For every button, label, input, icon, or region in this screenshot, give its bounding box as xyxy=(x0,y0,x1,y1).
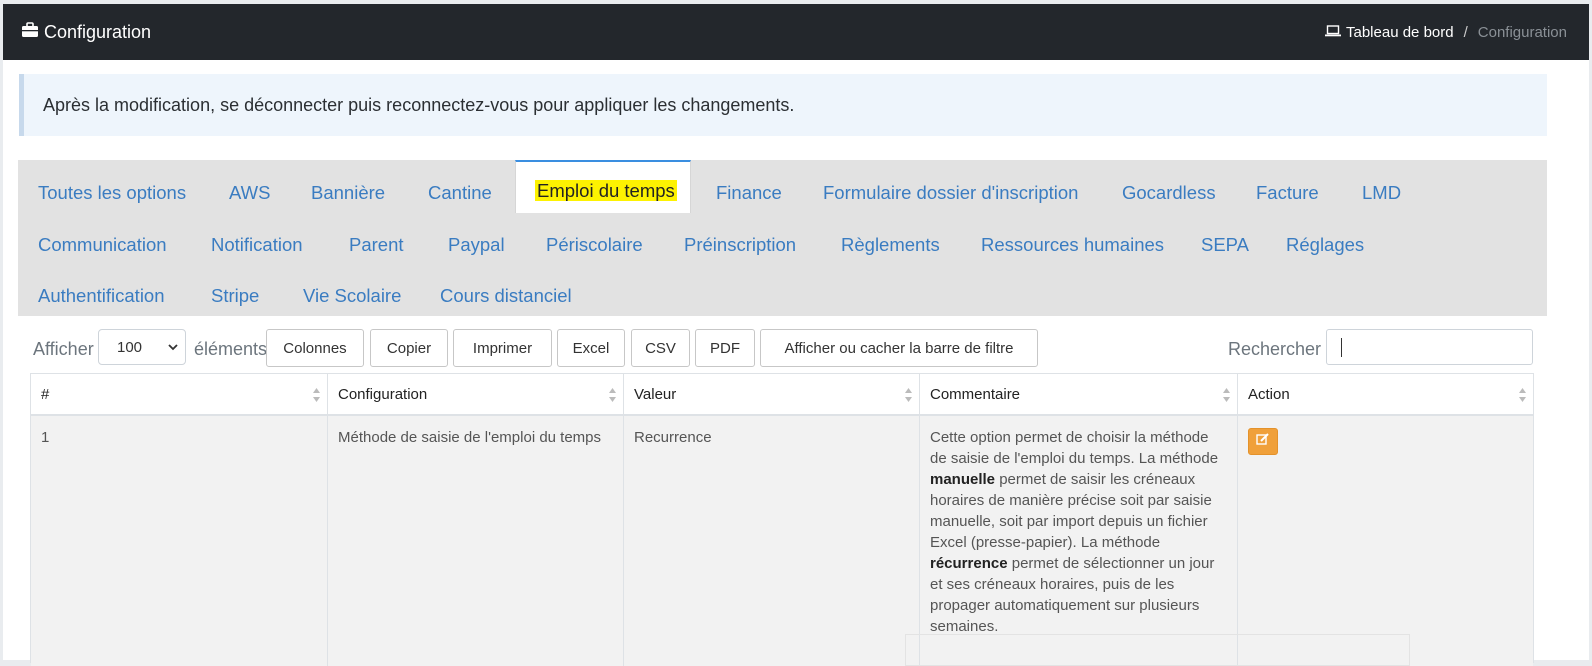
cell-action xyxy=(1238,416,1533,666)
sort-icon xyxy=(608,387,617,407)
tab-gocardless[interactable]: Gocardless xyxy=(1122,182,1216,204)
sort-icon xyxy=(312,387,321,407)
tab-finance[interactable]: Finance xyxy=(716,182,782,204)
cell-commentaire: Cette option permet de choisir la méthod… xyxy=(920,416,1238,666)
page-size-select[interactable]: 100 xyxy=(98,329,186,365)
csv-button[interactable]: CSV xyxy=(631,329,690,367)
column-header-label: Action xyxy=(1248,385,1290,403)
column-header-label: Commentaire xyxy=(930,385,1021,403)
column-header-label: # xyxy=(41,385,50,403)
sort-icon xyxy=(1518,387,1527,407)
elements-label: éléments xyxy=(194,339,268,359)
tab-periscolaire[interactable]: Périscolaire xyxy=(546,234,643,256)
info-alert: Après la modification, se déconnecter pu… xyxy=(19,74,1547,136)
tab-stripe[interactable]: Stripe xyxy=(211,285,259,307)
search-label: Rechercher : xyxy=(1228,339,1332,359)
cell-configuration: Méthode de saisie de l'emploi du temps xyxy=(328,416,624,666)
tab-preinscription[interactable]: Préinscription xyxy=(684,234,796,256)
pdf-button[interactable]: PDF xyxy=(695,329,755,367)
toggle-filter-bar-button[interactable]: Afficher ou cacher la barre de filtre xyxy=(760,329,1038,367)
search-input[interactable] xyxy=(1326,329,1533,365)
column-header-configuration[interactable]: Configuration xyxy=(328,374,624,416)
column-header-action[interactable]: Action xyxy=(1238,374,1533,416)
tab-vie-scolaire[interactable]: Vie Scolaire xyxy=(303,285,401,307)
tab-reglements[interactable]: Règlements xyxy=(841,234,940,256)
tab-lmd[interactable]: LMD xyxy=(1362,182,1401,204)
breadcrumb-home-label: Tableau de bord xyxy=(1346,23,1454,41)
edit-button[interactable] xyxy=(1248,428,1278,455)
page-size-value: 100 xyxy=(117,338,143,356)
briefcase-icon xyxy=(21,21,44,43)
breadcrumb-home-link[interactable]: Tableau de bord xyxy=(1325,24,1454,41)
tab-emploi-du-temps[interactable]: Emploi du temps xyxy=(515,160,691,213)
tab-communication[interactable]: Communication xyxy=(38,234,167,256)
tab-parent[interactable]: Parent xyxy=(349,234,404,256)
top-bar: Configuration Tableau de bord / Configur… xyxy=(3,4,1589,60)
columns-button[interactable]: Colonnes xyxy=(266,329,364,367)
tooltip-box xyxy=(905,634,1410,666)
tab-cantine[interactable]: Cantine xyxy=(428,182,492,204)
table-row: 1 Méthode de saisie de l'emploi du temps… xyxy=(31,416,1533,666)
comment-bold: récurrence xyxy=(930,555,1008,572)
tab-authentification[interactable]: Authentification xyxy=(38,285,165,307)
tab-facture[interactable]: Facture xyxy=(1256,182,1319,204)
copy-button[interactable]: Copier xyxy=(370,329,448,367)
sort-icon xyxy=(1222,387,1231,407)
breadcrumb-separator: / xyxy=(1463,23,1468,41)
column-header-commentaire[interactable]: Commentaire xyxy=(920,374,1238,416)
excel-button[interactable]: Excel xyxy=(557,329,625,367)
column-header-index[interactable]: # xyxy=(31,374,328,416)
config-table: # Configuration Valeur Commentaire Actio… xyxy=(30,373,1534,666)
comment-text: Cette option permet de choisir la méthod… xyxy=(930,429,1219,467)
page-header: Configuration xyxy=(21,22,151,43)
edit-icon xyxy=(1256,431,1270,452)
tab-toutes-les-options[interactable]: Toutes les options xyxy=(38,182,186,204)
print-button[interactable]: Imprimer xyxy=(453,329,552,367)
tab-cours-distanciel[interactable]: Cours distanciel xyxy=(440,285,572,307)
sort-icon xyxy=(904,387,913,407)
cell-index: 1 xyxy=(31,416,328,666)
tab-formulaire-dossier-inscription[interactable]: Formulaire dossier d'inscription xyxy=(823,182,1078,204)
text-caret xyxy=(1341,338,1342,357)
breadcrumb: Tableau de bord / Configuration xyxy=(1325,24,1567,41)
tab-ressources-humaines[interactable]: Ressources humaines xyxy=(981,234,1164,256)
tab-notification[interactable]: Notification xyxy=(211,234,303,256)
tab-emploi-du-temps-label: Emploi du temps xyxy=(535,180,677,201)
tab-banniere[interactable]: Bannière xyxy=(311,182,385,204)
tab-reglages[interactable]: Réglages xyxy=(1286,234,1364,256)
page-title: Configuration xyxy=(44,21,152,42)
alert-text: Après la modification, se déconnecter pu… xyxy=(43,94,795,115)
laptop-icon xyxy=(1325,24,1346,41)
chevron-down-icon xyxy=(167,340,179,357)
column-header-label: Configuration xyxy=(338,385,428,403)
tab-aws[interactable]: AWS xyxy=(229,182,270,204)
show-label: Afficher xyxy=(33,339,94,359)
tab-paypal[interactable]: Paypal xyxy=(448,234,505,256)
config-tabs: Toutes les options AWS Bannière Cantine … xyxy=(18,160,1547,316)
tab-sepa[interactable]: SEPA xyxy=(1201,234,1249,256)
comment-bold: manuelle xyxy=(930,471,996,488)
column-header-valeur[interactable]: Valeur xyxy=(624,374,920,416)
column-header-label: Valeur xyxy=(634,385,677,403)
breadcrumb-current: Configuration xyxy=(1477,23,1567,41)
cell-valeur: Recurrence xyxy=(624,416,920,666)
